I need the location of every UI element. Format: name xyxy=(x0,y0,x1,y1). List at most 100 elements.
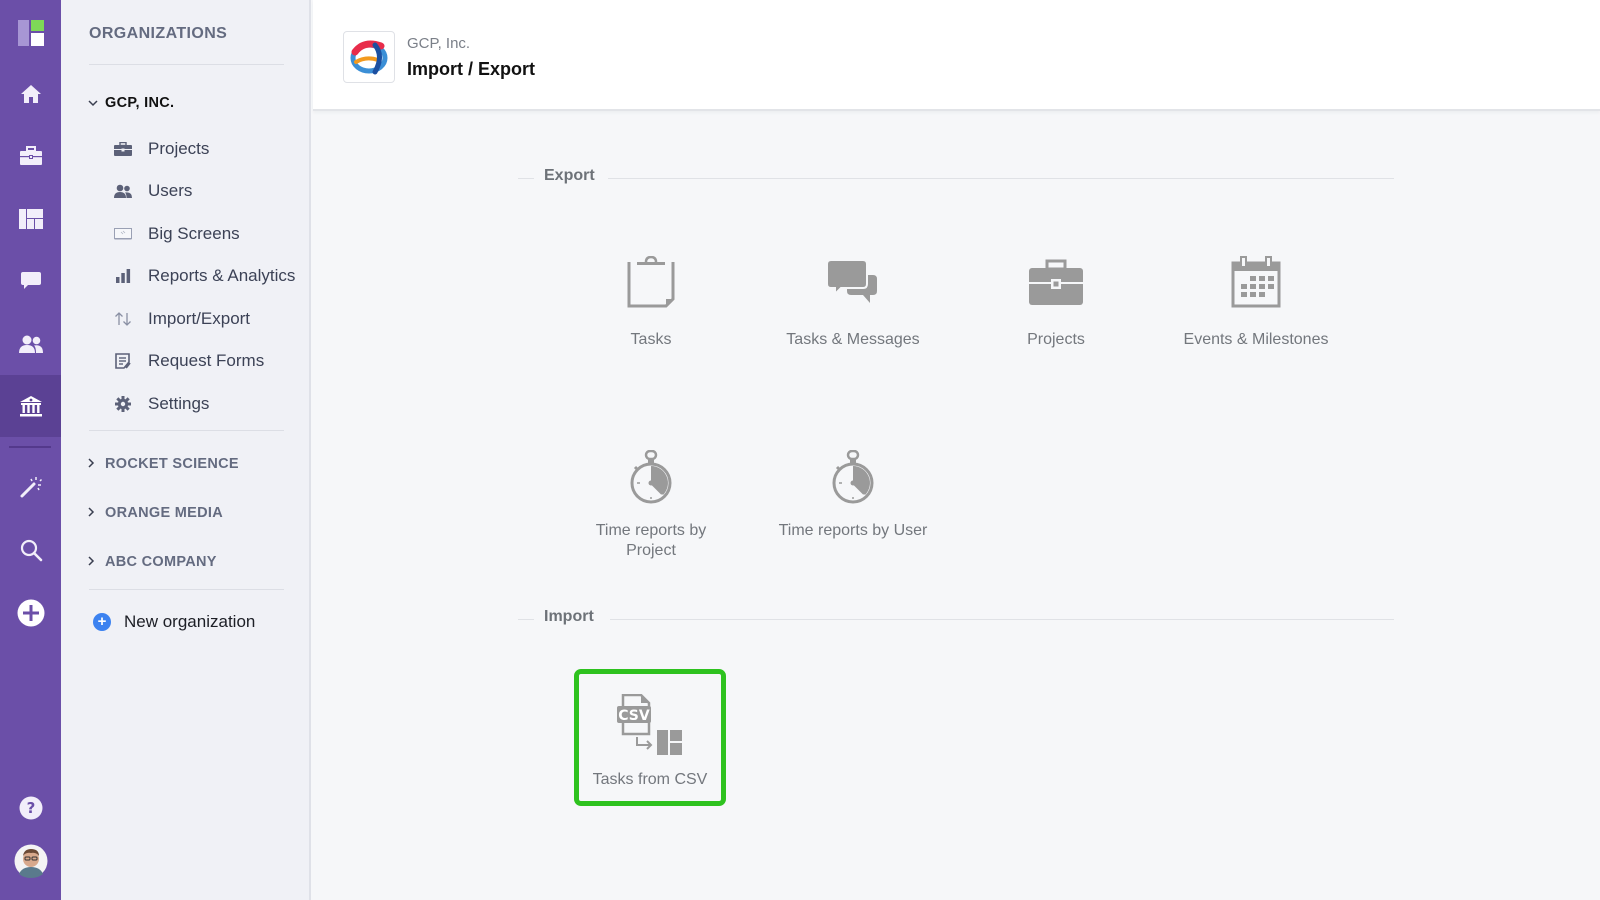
sidebar-item-users[interactable]: Users xyxy=(113,176,192,206)
org-name: ROCKET SCIENCE xyxy=(105,456,239,472)
org-orange-media-toggle[interactable]: ORANGE MEDIA xyxy=(88,505,223,521)
bar-chart-icon xyxy=(113,268,133,284)
plus-circle-icon xyxy=(17,599,44,627)
sidebar-item-request-forms[interactable]: Request Forms xyxy=(113,346,264,376)
export-events-milestones[interactable]: Events & Milestones xyxy=(1180,252,1332,350)
users-icon xyxy=(113,183,133,199)
rail-boards-button[interactable] xyxy=(0,188,61,250)
sidebar-item-settings[interactable]: Settings xyxy=(113,389,209,419)
org-abc-company-toggle[interactable]: ABC COMPANY xyxy=(88,554,217,570)
svg-text:?: ? xyxy=(26,799,35,817)
org-logo-icon xyxy=(350,40,388,75)
chevron-right-icon xyxy=(88,506,102,520)
svg-text:CSV: CSV xyxy=(618,708,650,724)
header-org-name: GCP, Inc. xyxy=(407,35,471,52)
app-logo-icon xyxy=(17,20,44,46)
chat-icon xyxy=(20,272,41,289)
org-rocket-science-toggle[interactable]: ROCKET SCIENCE xyxy=(88,456,239,472)
sidebar-item-projects[interactable]: Projects xyxy=(113,134,209,164)
rail-organizations-button[interactable] xyxy=(0,375,61,437)
avatar xyxy=(14,844,47,878)
page-title: Import / Export xyxy=(407,59,536,79)
page-header: GCP, Inc. Import / Export xyxy=(313,0,1600,111)
clipboard-icon xyxy=(627,256,675,308)
sidebar-item-label: Reports & Analytics xyxy=(148,266,296,285)
sidebar-item-label: Projects xyxy=(148,139,210,158)
import-tasks-from-csv[interactable]: CSV Tasks from CSV xyxy=(574,669,726,806)
gear-icon xyxy=(113,396,133,412)
chevron-down-icon xyxy=(88,96,102,110)
org-name: GCP, INC. xyxy=(105,95,175,111)
stopwatch-icon xyxy=(630,450,672,504)
tile-label: Projects xyxy=(1027,331,1085,348)
app-logo-button[interactable] xyxy=(0,2,61,64)
rail-divider xyxy=(9,446,51,448)
export-tasks[interactable]: Tasks xyxy=(575,252,727,350)
search-icon xyxy=(20,539,42,562)
organizations-sidebar: ORGANIZATIONS GCP, INC. Projects Users B… xyxy=(61,0,311,900)
tile-label: Tasks from CSV xyxy=(592,771,708,788)
export-tasks-messages[interactable]: Tasks & Messages xyxy=(777,252,929,350)
rail-users-button[interactable] xyxy=(0,313,61,375)
chevron-right-icon xyxy=(88,555,102,569)
briefcase-icon xyxy=(19,146,42,165)
dashboard-icon xyxy=(18,209,43,229)
sidebar-divider xyxy=(89,430,284,431)
rail-magic-button[interactable] xyxy=(0,456,61,518)
briefcase-icon xyxy=(1029,259,1083,305)
magic-wand-icon xyxy=(20,477,42,498)
home-icon xyxy=(20,85,41,103)
import-section-title: Import xyxy=(544,608,594,625)
tile-label: Tasks xyxy=(630,331,672,348)
rail-search-button[interactable] xyxy=(0,519,61,581)
csv-import-icon: CSV xyxy=(617,694,682,755)
sidebar-item-label: Big Screens xyxy=(148,224,240,243)
sidebar-divider xyxy=(89,64,284,65)
rail-projects-button[interactable] xyxy=(0,125,61,187)
new-organization-button[interactable]: + New organization xyxy=(93,612,255,632)
section-divider xyxy=(518,178,534,179)
rail-home-button[interactable] xyxy=(0,63,61,125)
export-time-reports-by-user[interactable]: Time reports by User xyxy=(777,447,929,541)
sidebar-item-reports-analytics[interactable]: Reports & Analytics xyxy=(113,261,295,291)
rail-profile-button[interactable] xyxy=(0,830,61,892)
org-name: ORANGE MEDIA xyxy=(105,505,223,521)
export-time-reports-by-project[interactable]: Time reports by Project xyxy=(575,447,727,561)
org-name: ABC COMPANY xyxy=(105,554,217,570)
sidebar-title: ORGANIZATIONS xyxy=(89,25,228,42)
calendar-icon xyxy=(1231,256,1281,308)
users-icon xyxy=(18,335,43,353)
new-organization-label: New organization xyxy=(124,612,256,631)
export-projects[interactable]: Projects xyxy=(980,252,1132,350)
bank-icon xyxy=(19,396,42,417)
export-section-title: Export xyxy=(544,167,595,184)
section-divider xyxy=(610,619,1394,620)
rail-messages-button[interactable] xyxy=(0,250,61,312)
sidebar-item-big-screens[interactable]: Big Screens xyxy=(113,219,240,249)
stopwatch-icon xyxy=(832,450,874,504)
sidebar-item-import-export[interactable]: Import/Export xyxy=(113,304,250,334)
org-logo[interactable] xyxy=(343,31,395,83)
tile-label: Time reports by User xyxy=(778,522,928,539)
screen-icon xyxy=(113,226,133,242)
briefcase-icon xyxy=(113,141,133,157)
plus-circle-icon: + xyxy=(93,613,111,631)
sidebar-item-label: Settings xyxy=(148,394,210,413)
sidebar-item-label: Request Forms xyxy=(148,351,265,370)
org-gcp-inc-toggle[interactable]: GCP, INC. xyxy=(88,95,174,111)
sidebar-divider xyxy=(89,589,284,590)
help-icon: ? xyxy=(19,796,42,820)
section-divider xyxy=(518,619,534,620)
rail-add-button[interactable] xyxy=(0,582,61,644)
form-icon xyxy=(113,353,133,369)
arrows-up-down-icon xyxy=(113,311,133,327)
sidebar-item-label: Users xyxy=(148,181,193,200)
tile-label: Time reports by Project xyxy=(595,522,707,559)
chat-bubbles-icon xyxy=(827,259,877,303)
sidebar-item-label: Import/Export xyxy=(148,309,251,328)
tile-label: Events & Milestones xyxy=(1183,331,1329,348)
tile-label: Tasks & Messages xyxy=(786,331,920,348)
chevron-right-icon xyxy=(88,457,102,471)
app-rail: ? xyxy=(0,0,61,900)
section-divider xyxy=(608,178,1394,179)
